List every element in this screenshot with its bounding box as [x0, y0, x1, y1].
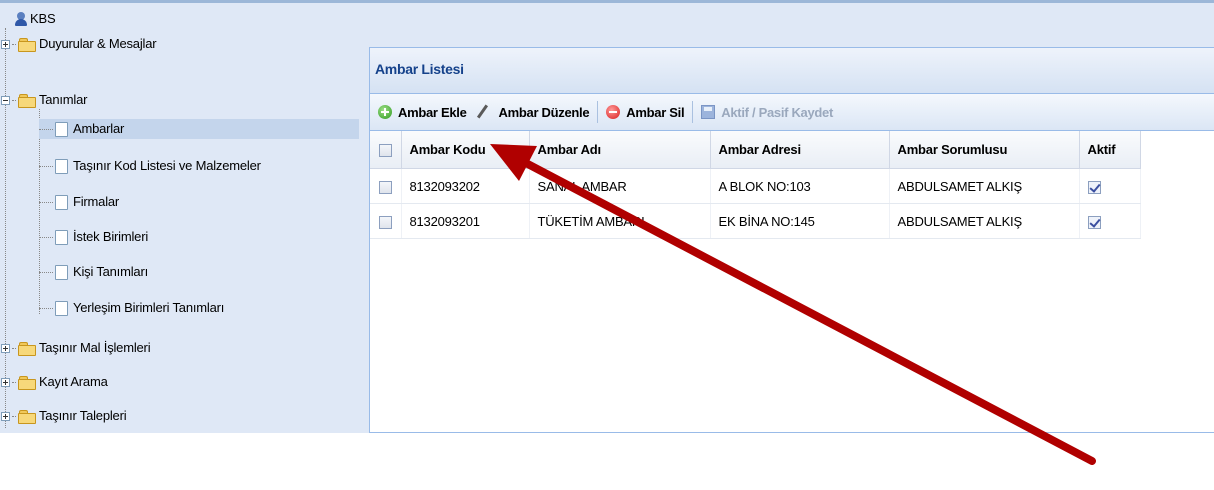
page-icon	[55, 264, 68, 280]
tree-item-tasinir-talepleri[interactable]: Taşınır Talepleri	[1, 406, 127, 426]
delete-ambar-label: Ambar Sil	[626, 104, 685, 120]
tree-connector	[39, 236, 53, 238]
tree-item-firmalar[interactable]: Firmalar	[39, 192, 119, 212]
cell-ambar-adi: TÜKETİM AMBARI	[529, 203, 711, 239]
save-icon	[701, 105, 716, 119]
row-checkbox[interactable]	[378, 180, 392, 194]
tree-connector	[12, 381, 16, 383]
tree-item-kayit-arama[interactable]: Kayıt Arama	[1, 372, 108, 392]
tree-connector	[39, 307, 53, 309]
delete-ambar-button[interactable]: Ambar Sil	[606, 104, 685, 120]
tree-root-kbs[interactable]: KBS	[15, 9, 56, 29]
panel-title: Ambar Listesi	[375, 61, 464, 77]
page-icon	[55, 194, 68, 210]
select-all-checkbox[interactable]	[378, 144, 392, 158]
user-icon	[15, 12, 27, 26]
row-checkbox[interactable]	[378, 215, 392, 229]
tree-item-label: Kişi Tanımları	[73, 264, 148, 279]
tree-item-ambarlar[interactable]: Ambarlar	[39, 119, 359, 139]
tree-item-label: Tanımlar	[39, 92, 88, 107]
column-header-ambar-adi[interactable]: Ambar Adı	[529, 131, 711, 169]
tree-item-label: Ambarlar	[73, 121, 125, 136]
active-checkbox[interactable]	[1087, 180, 1101, 194]
cell-aktif	[1079, 203, 1141, 239]
delete-icon	[606, 105, 621, 119]
column-header-aktif[interactable]: Aktif	[1079, 131, 1141, 169]
tree-item-kisi-tanimlari[interactable]: Kişi Tanımları	[39, 262, 148, 282]
collapse-icon[interactable]	[1, 95, 10, 105]
folder-icon	[18, 341, 36, 356]
folder-icon	[18, 37, 36, 52]
ambar-list-panel: Ambar Listesi Ambar Ekle Ambar Düzenle A…	[369, 47, 1214, 433]
page-icon	[55, 229, 68, 245]
row-select-cell[interactable]	[370, 203, 402, 239]
cell-ambar-adresi: A BLOK NO:103	[710, 168, 890, 204]
add-ambar-button[interactable]: Ambar Ekle	[378, 105, 467, 120]
tree-item-label: Duyurular & Mesajlar	[39, 36, 157, 51]
cell-ambar-adi: SANAL AMBAR	[529, 168, 711, 204]
select-all-checkbox-cell[interactable]	[370, 131, 402, 169]
expand-icon[interactable]	[1, 39, 10, 49]
tree-connector	[12, 43, 16, 45]
tree-connector	[12, 99, 16, 101]
table-row[interactable]: 8132093201 TÜKETİM AMBARI EK BİNA NO:145…	[370, 203, 1141, 239]
cell-ambar-kodu: 8132093201	[401, 203, 530, 239]
edit-ambar-button[interactable]: Ambar Düzenle	[475, 104, 590, 120]
tree-item-istek-birimleri[interactable]: İstek Birimleri	[39, 227, 148, 247]
tree-item-yerlesim-birimleri[interactable]: Yerleşim Birimleri Tanımları	[39, 298, 224, 318]
tree-connector	[39, 271, 53, 273]
tree-connector	[12, 415, 16, 417]
tree-item-label: Taşınır Mal İşlemleri	[39, 340, 151, 355]
column-header-ambar-adresi[interactable]: Ambar Adresi	[710, 131, 890, 169]
cell-aktif	[1079, 168, 1141, 204]
tree-item-tasinir-kod[interactable]: Taşınır Kod Listesi ve Malzemeler	[39, 156, 261, 176]
ambar-grid: Ambar Kodu Ambar Adı Ambar Adresi Ambar …	[370, 131, 1141, 239]
table-row[interactable]: 8132093202 SANAL AMBAR A BLOK NO:103 ABD…	[370, 168, 1141, 204]
toolbar-separator	[692, 101, 694, 123]
tree-item-label: Taşınır Talepleri	[39, 408, 127, 423]
row-select-cell[interactable]	[370, 168, 402, 204]
column-header-ambar-sorumlusu[interactable]: Ambar Sorumlusu	[889, 131, 1080, 169]
folder-icon	[18, 409, 36, 424]
expand-icon[interactable]	[1, 411, 10, 421]
cell-ambar-kodu: 8132093202	[401, 168, 530, 204]
tree-item-tanimlar[interactable]: Tanımlar	[1, 90, 87, 110]
folder-open-icon	[18, 93, 36, 108]
cell-ambar-sorumlusu: ABDULSAMET ALKIŞ	[889, 203, 1080, 239]
add-ambar-label: Ambar Ekle	[398, 104, 467, 120]
tree-connector	[39, 201, 53, 203]
active-checkbox[interactable]	[1087, 215, 1101, 229]
panel-header: Ambar Listesi	[370, 48, 1214, 94]
save-active-passive-label: Aktif / Pasif Kaydet	[721, 104, 834, 120]
tree-connector	[39, 165, 53, 167]
tree-connector	[12, 347, 16, 349]
tree-guide-line	[5, 28, 6, 428]
navigation-tree: KBS Duyurular & Mesajlar Tanımlar Ambarl…	[0, 3, 366, 433]
cell-ambar-adresi: EK BİNA NO:145	[710, 203, 890, 239]
tree-item-label: Kayıt Arama	[39, 374, 108, 389]
save-active-passive-button[interactable]: Aktif / Pasif Kaydet	[701, 105, 833, 120]
tree-item-duyurular[interactable]: Duyurular & Mesajlar	[1, 34, 157, 54]
page-icon	[55, 300, 68, 316]
expand-icon[interactable]	[1, 377, 10, 387]
expand-icon[interactable]	[1, 343, 10, 353]
tree-item-label: Firmalar	[73, 194, 120, 209]
page-icon	[55, 158, 68, 174]
pencil-icon	[475, 104, 489, 120]
tree-item-label: Taşınır Kod Listesi ve Malzemeler	[73, 158, 261, 173]
toolbar-separator	[597, 101, 599, 123]
grid-header-row: Ambar Kodu Ambar Adı Ambar Adresi Ambar …	[370, 131, 1141, 169]
tree-connector	[39, 128, 53, 130]
cell-ambar-sorumlusu: ABDULSAMET ALKIŞ	[889, 168, 1080, 204]
tree-item-label: İstek Birimleri	[73, 229, 149, 244]
tree-root-label: KBS	[30, 11, 56, 26]
folder-icon	[18, 375, 36, 390]
column-header-ambar-kodu[interactable]: Ambar Kodu	[401, 131, 530, 169]
page-icon	[55, 121, 68, 137]
toolbar: Ambar Ekle Ambar Düzenle Ambar Sil Aktif…	[370, 94, 1214, 131]
tree-item-label: Yerleşim Birimleri Tanımları	[73, 300, 225, 315]
add-icon	[378, 105, 392, 119]
tree-item-tasinir-mal[interactable]: Taşınır Mal İşlemleri	[1, 338, 151, 358]
edit-ambar-label: Ambar Düzenle	[498, 104, 590, 120]
